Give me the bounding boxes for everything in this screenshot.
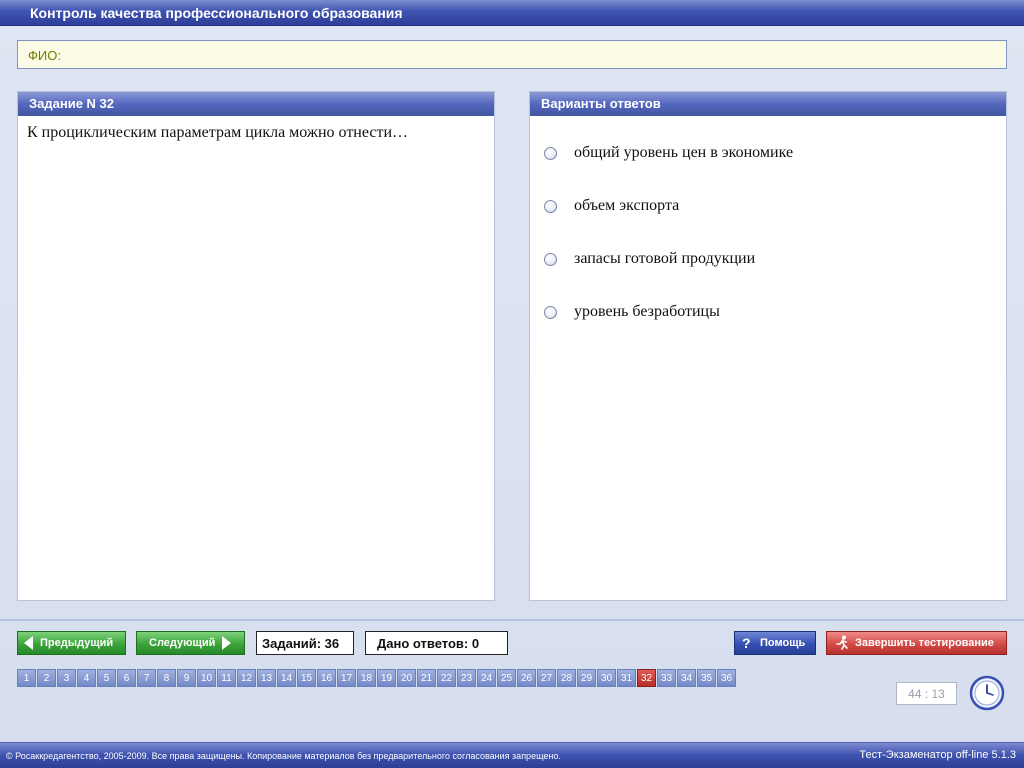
question-number-button[interactable]: 33 (657, 669, 676, 687)
answer-label: запасы готовой продукции (574, 250, 756, 267)
question-number-button[interactable]: 2 (37, 669, 56, 687)
answer-option[interactable]: уровень безработицы (544, 301, 720, 323)
question-panel: Задание N 32 К проциклическим параметрам… (17, 91, 495, 601)
next-button[interactable]: Следующий (136, 631, 245, 655)
question-number-button[interactable]: 32 (637, 669, 656, 687)
prev-label: Предыдущий (40, 637, 114, 649)
question-number-button[interactable]: 4 (77, 669, 96, 687)
question-number-button[interactable]: 30 (597, 669, 616, 687)
question-number-button[interactable]: 9 (177, 669, 196, 687)
answer-option[interactable]: общий уровень цен в экономике (544, 142, 793, 164)
status-bar: © Росаккредагентство, 2005-2009. Все пра… (0, 742, 1024, 768)
question-number-button[interactable]: 13 (257, 669, 276, 687)
toolbar-divider (0, 619, 1024, 621)
question-number-button[interactable]: 22 (437, 669, 456, 687)
question-number-button[interactable]: 14 (277, 669, 296, 687)
finish-test-button[interactable]: Завершить тестирование (826, 631, 1007, 655)
fio-label: ФИО: (28, 48, 61, 63)
copyright-text: © Росаккредагентство, 2005-2009. Все пра… (6, 751, 561, 761)
answers-panel: Варианты ответов общий уровень цен в эко… (529, 91, 1007, 601)
answers-given-count: Дано ответов: 0 (365, 631, 508, 655)
question-number-button[interactable]: 1 (17, 669, 36, 687)
answer-option[interactable]: запасы готовой продукции (544, 248, 755, 270)
question-number-button[interactable]: 31 (617, 669, 636, 687)
running-man-icon (836, 635, 848, 650)
question-number-button[interactable]: 34 (677, 669, 696, 687)
question-number-button[interactable]: 20 (397, 669, 416, 687)
question-number-button[interactable]: 5 (97, 669, 116, 687)
question-number-button[interactable]: 35 (697, 669, 716, 687)
question-number-button[interactable]: 12 (237, 669, 256, 687)
question-number-button[interactable]: 8 (157, 669, 176, 687)
answer-label: общий уровень цен в экономике (574, 144, 794, 161)
question-number-button[interactable]: 36 (717, 669, 736, 687)
question-number-button[interactable]: 16 (317, 669, 336, 687)
question-navigation: 1 2 3 4 5 6 7 8 9 10 11 12 13 14 15 16 17 18 19 20 21 22 23 24 2… (17, 669, 737, 687)
question-number-button[interactable]: 6 (117, 669, 136, 687)
answers-panel-header: Варианты ответов (530, 92, 1006, 116)
help-button[interactable]: ? Помощь (734, 631, 816, 655)
triangle-right-icon (222, 636, 232, 650)
question-number-button[interactable]: 11 (217, 669, 236, 687)
question-number-button[interactable]: 15 (297, 669, 316, 687)
clock-icon (969, 675, 1005, 711)
question-number-button[interactable]: 3 (57, 669, 76, 687)
question-number-button[interactable]: 7 (137, 669, 156, 687)
tasks-count: Заданий: 36 (256, 631, 354, 655)
answer-label: уровень безработицы (574, 303, 720, 320)
radio-button[interactable] (544, 252, 557, 266)
question-number-button[interactable]: 28 (557, 669, 576, 687)
help-label: Помощь (760, 637, 806, 649)
question-panel-header: Задание N 32 (18, 92, 494, 116)
question-number-button[interactable]: 24 (477, 669, 496, 687)
answer-option[interactable]: объем экспорта (544, 195, 679, 217)
question-text: К проциклическим параметрам цикла можно … (27, 124, 409, 141)
question-number-button[interactable]: 17 (337, 669, 356, 687)
question-number-button[interactable]: 26 (517, 669, 536, 687)
radio-button[interactable] (544, 199, 557, 213)
next-label: Следующий (149, 637, 216, 649)
question-mark-icon: ? (742, 635, 751, 651)
timer: 44 : 13 (896, 682, 957, 705)
finish-label: Завершить тестирование (855, 637, 994, 649)
question-number-button[interactable]: 21 (417, 669, 436, 687)
question-number-button[interactable]: 18 (357, 669, 376, 687)
question-number-button[interactable]: 10 (197, 669, 216, 687)
triangle-left-icon (24, 636, 33, 650)
window-title: Контроль качества профессионального обра… (30, 5, 403, 21)
prev-button[interactable]: Предыдущий (17, 631, 126, 655)
title-bar: Контроль качества профессионального обра… (0, 0, 1024, 26)
question-number-button[interactable]: 19 (377, 669, 396, 687)
question-number-button[interactable]: 27 (537, 669, 556, 687)
question-number-button[interactable]: 25 (497, 669, 516, 687)
fio-field[interactable]: ФИО: (17, 40, 1007, 69)
radio-button[interactable] (544, 146, 557, 160)
question-number-button[interactable]: 29 (577, 669, 596, 687)
question-number-button[interactable]: 23 (457, 669, 476, 687)
answer-label: объем экспорта (574, 197, 680, 214)
radio-button[interactable] (544, 305, 557, 319)
version-text: Тест-Экзаменатор off-line 5.1.3 (859, 749, 1016, 761)
